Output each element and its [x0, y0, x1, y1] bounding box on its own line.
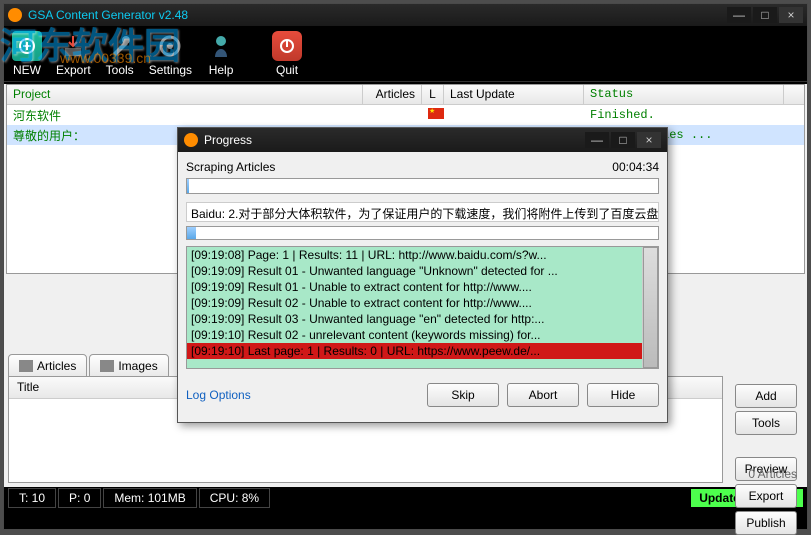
- log-line: [09:19:09] Result 03 - Unwanted language…: [187, 311, 658, 327]
- new-label: NEW: [13, 63, 41, 77]
- tab-images[interactable]: Images: [89, 354, 168, 378]
- toolbar: NEW Export Tools Settings Help Quit: [4, 26, 807, 82]
- tools-side-button[interactable]: Tools: [735, 411, 797, 435]
- log-line: [09:19:09] Result 02 - Unable to extract…: [187, 295, 658, 311]
- status-threads: T: 10: [8, 488, 56, 508]
- dialog-title-bar: Progress — □ ×: [178, 128, 667, 152]
- publish-button[interactable]: Publish: [735, 511, 797, 535]
- image-icon: [100, 360, 114, 372]
- cell-lastupdate: [444, 113, 584, 117]
- quit-label: Quit: [276, 63, 298, 77]
- cell-status: Finished.: [584, 106, 784, 124]
- quit-button[interactable]: Quit: [272, 31, 302, 77]
- settings-label: Settings: [149, 63, 192, 77]
- tab-articles-label: Articles: [37, 359, 76, 373]
- help-button[interactable]: Help: [206, 31, 236, 77]
- close-button[interactable]: ×: [779, 7, 803, 23]
- log-options-link[interactable]: Log Options: [186, 388, 251, 402]
- add-button[interactable]: Add: [735, 384, 797, 408]
- tabs: Articles Images: [8, 354, 169, 378]
- minimize-button[interactable]: —: [727, 7, 751, 23]
- dialog-title: Progress: [204, 133, 585, 147]
- articles-count: 0 Articles: [748, 467, 797, 481]
- status-processes: P: 0: [58, 488, 101, 508]
- log-line: [09:19:09] Result 01 - Unwanted language…: [187, 263, 658, 279]
- tab-articles[interactable]: Articles: [8, 354, 87, 378]
- col-lang[interactable]: L: [422, 85, 444, 104]
- hide-button[interactable]: Hide: [587, 383, 659, 407]
- abort-button[interactable]: Abort: [507, 383, 579, 407]
- dialog-minimize-button[interactable]: —: [585, 132, 609, 148]
- side-buttons: Add Tools Preview Export Publish: [735, 384, 797, 535]
- settings-button[interactable]: Settings: [149, 31, 192, 77]
- help-label: Help: [209, 63, 234, 77]
- item-progress-bar: [186, 226, 659, 240]
- log-line: [09:19:10] Result 02 - unrelevant conten…: [187, 327, 658, 343]
- elapsed-time: 00:04:34: [612, 160, 659, 174]
- task-label: Scraping Articles: [186, 160, 275, 174]
- log-panel[interactable]: [09:19:08] Page: 1 | Results: 11 | URL: …: [186, 246, 659, 369]
- table-row[interactable]: 河东软件 Finished.: [7, 105, 804, 125]
- log-line: [09:19:09] Result 01 - Unable to extract…: [187, 279, 658, 295]
- col-articles[interactable]: Articles: [363, 85, 422, 104]
- dialog-close-button[interactable]: ×: [637, 132, 661, 148]
- tools-button[interactable]: Tools: [105, 31, 135, 77]
- maximize-button[interactable]: □: [753, 7, 777, 23]
- dialog-icon: [184, 133, 198, 147]
- log-scrollbar[interactable]: [642, 247, 658, 368]
- app-icon: [8, 8, 22, 22]
- col-project[interactable]: Project: [7, 85, 363, 104]
- overall-progress-bar: [186, 178, 659, 194]
- progress-dialog: Progress — □ × Scraping Articles 00:04:3…: [177, 127, 668, 423]
- new-button[interactable]: NEW: [12, 31, 42, 77]
- title-bar: GSA Content Generator v2.48 — □ ×: [4, 4, 807, 26]
- col-lastupdate[interactable]: Last Update: [444, 85, 584, 104]
- status-text: Baidu: 2.对于部分大体积软件，为了保证用户的下载速度，我们将附件上传到了…: [186, 202, 659, 222]
- dialog-maximize-button[interactable]: □: [611, 132, 635, 148]
- skip-button[interactable]: Skip: [427, 383, 499, 407]
- cell-project: 河东软件: [7, 105, 363, 126]
- status-bar: T: 10 P: 0 Mem: 101MB CPU: 8% Update Ava…: [4, 487, 807, 509]
- cell-articles: [363, 113, 422, 117]
- export-button[interactable]: Export: [56, 31, 91, 77]
- tools-label: Tools: [106, 63, 134, 77]
- col-title[interactable]: Title: [17, 380, 39, 394]
- window-title: GSA Content Generator v2.48: [28, 8, 727, 22]
- export-label: Export: [56, 63, 91, 77]
- status-cpu: CPU: 8%: [199, 488, 270, 508]
- export-side-button[interactable]: Export: [735, 484, 797, 508]
- projects-header: Project Articles L Last Update Status: [7, 85, 804, 105]
- document-icon: [19, 360, 33, 372]
- tab-images-label: Images: [118, 359, 157, 373]
- log-line: [09:19:08] Page: 1 | Results: 11 | URL: …: [187, 247, 658, 263]
- flag-cn-icon: [428, 108, 444, 119]
- col-status[interactable]: Status: [584, 85, 784, 104]
- log-line: [09:19:10] Last page: 1 | Results: 0 | U…: [187, 343, 658, 359]
- status-memory: Mem: 101MB: [103, 488, 196, 508]
- cell-lang: [422, 106, 444, 124]
